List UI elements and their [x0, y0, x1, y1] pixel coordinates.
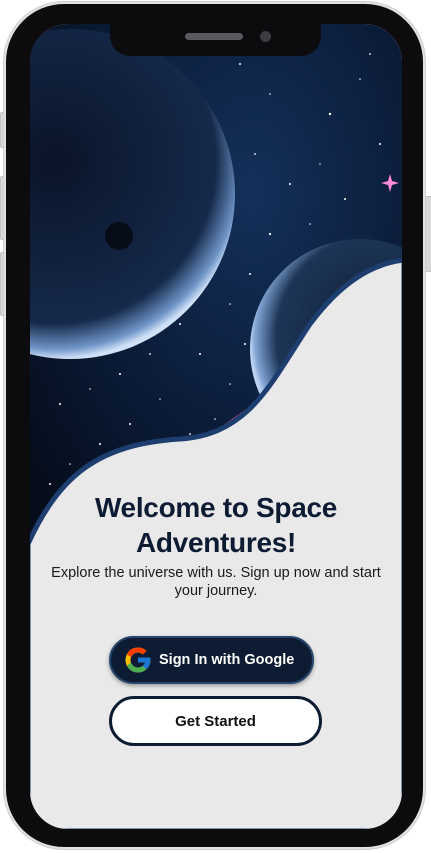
power-button	[425, 196, 431, 272]
google-button-label: Sign In with Google	[159, 652, 295, 668]
camera-icon	[260, 31, 271, 42]
phone-notch	[110, 24, 321, 56]
subtitle: Explore the universe with us. Sign up no…	[51, 565, 381, 599]
google-icon	[125, 647, 151, 673]
welcome-section: Welcome to Space Adventures! Explore the…	[30, 490, 402, 600]
title-line-2: Adventures!	[135, 527, 297, 558]
page-title: Welcome to Space Adventures!	[30, 490, 402, 560]
title-line-1: Welcome to Space	[94, 492, 338, 523]
google-sign-in-button[interactable]: Sign In with Google	[109, 636, 314, 684]
speaker-icon	[185, 33, 243, 40]
small-moon	[105, 222, 133, 250]
get-started-label: Get Started	[175, 712, 256, 730]
get-started-button[interactable]: Get Started	[109, 696, 322, 746]
